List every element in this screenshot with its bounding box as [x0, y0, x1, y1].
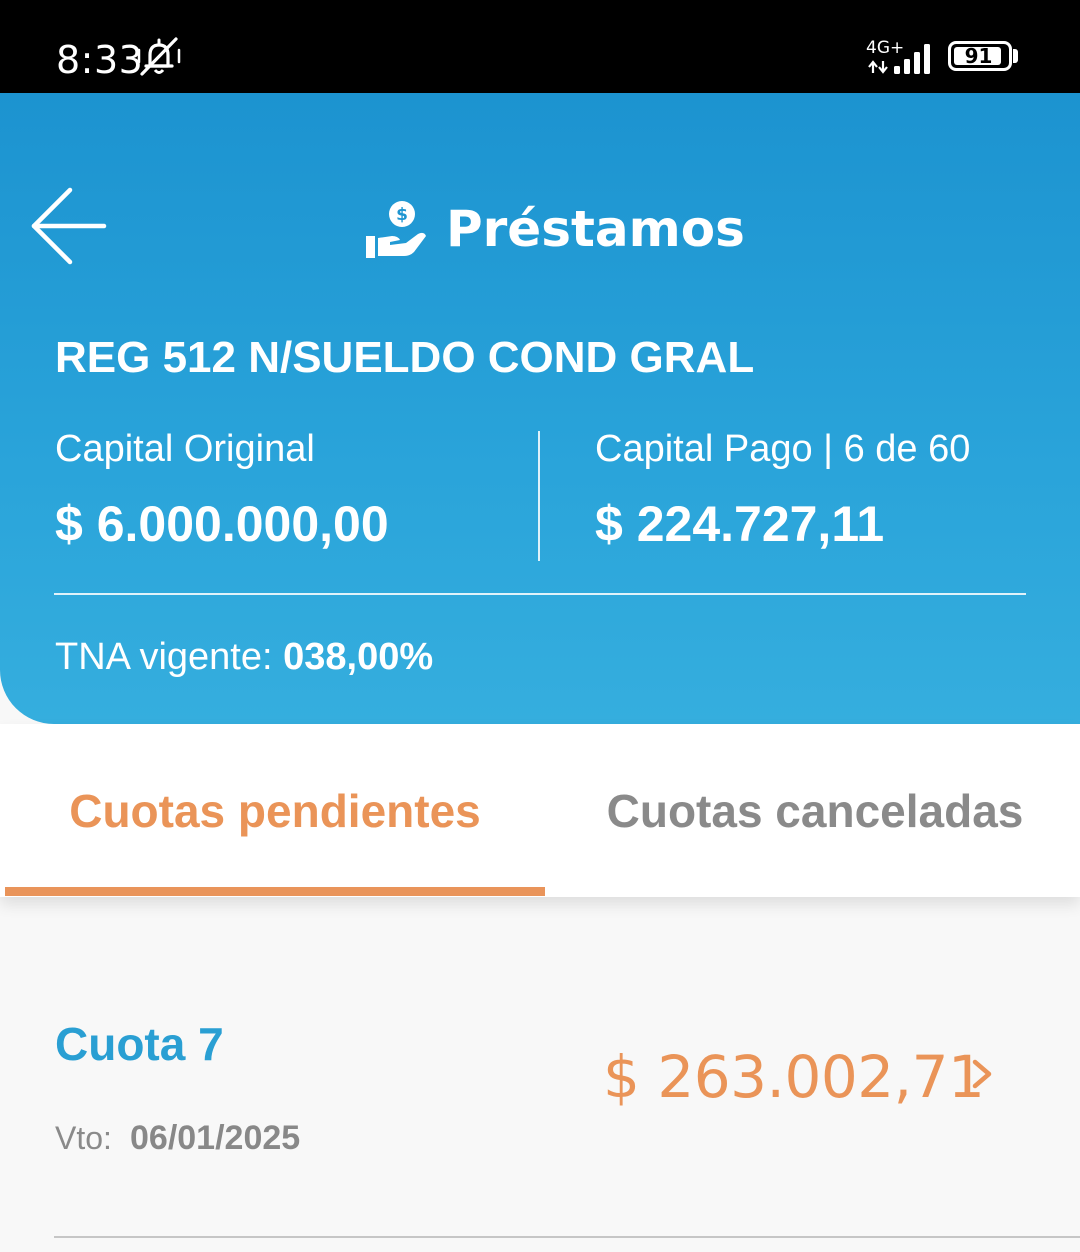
page-title-group: $ Préstamos — [362, 197, 745, 261]
back-arrow-icon[interactable] — [24, 181, 114, 271]
hand-money-icon: $ — [366, 201, 426, 258]
vertical-divider — [538, 431, 540, 561]
status-time: 8:33 — [56, 38, 144, 82]
tna-row: TNA vigente: 038,00% — [55, 636, 433, 679]
vto-label: Vto: — [55, 1120, 112, 1156]
row-divider — [54, 1236, 1080, 1238]
cuota-amount: $ 263.002,71 — [603, 1043, 985, 1111]
capital-original-value: $ 6.000.000,00 — [55, 496, 389, 552]
battery-level: 91 — [964, 44, 993, 68]
list-item[interactable]: Cuota 7 Vto: 06/01/2025 $ 263.002,71 — [0, 897, 1080, 1252]
status-bar: 8:33 4G+ 91 — [0, 0, 1080, 93]
data-arrows-icon — [868, 60, 888, 74]
loan-header: $ Préstamos REG 512 N/SUELDO COND GRAL C… — [0, 93, 1080, 724]
capital-pago-label: Capital Pago | 6 de 60 — [595, 428, 971, 470]
tna-label: TNA vigente: — [55, 636, 273, 678]
capital-pago-value: $ 224.727,11 — [595, 496, 885, 552]
battery-tip — [1013, 49, 1018, 63]
battery-icon: 91 — [948, 41, 1012, 71]
capital-original-label: Capital Original — [55, 428, 315, 470]
svg-text:$: $ — [396, 205, 408, 225]
cuota-title: Cuota 7 — [55, 1018, 224, 1070]
signal-icon — [894, 44, 930, 74]
active-tab-indicator — [5, 887, 545, 896]
chevron-right-icon[interactable] — [968, 1054, 998, 1094]
tab-cuotas-canceladas[interactable]: Cuotas canceladas — [545, 724, 1080, 897]
tna-value: 038,00% — [283, 636, 434, 678]
horizontal-divider — [54, 593, 1026, 595]
loan-name: REG 512 N/SUELDO COND GRAL — [55, 333, 755, 382]
page-title: Préstamos — [446, 200, 745, 258]
bell-off-icon — [137, 37, 181, 76]
installments-tabs: Cuotas pendientes Cuotas canceladas — [0, 724, 1080, 897]
vto-date: 06/01/2025 — [130, 1119, 301, 1157]
tab-cuotas-pendientes[interactable]: Cuotas pendientes — [5, 724, 545, 897]
